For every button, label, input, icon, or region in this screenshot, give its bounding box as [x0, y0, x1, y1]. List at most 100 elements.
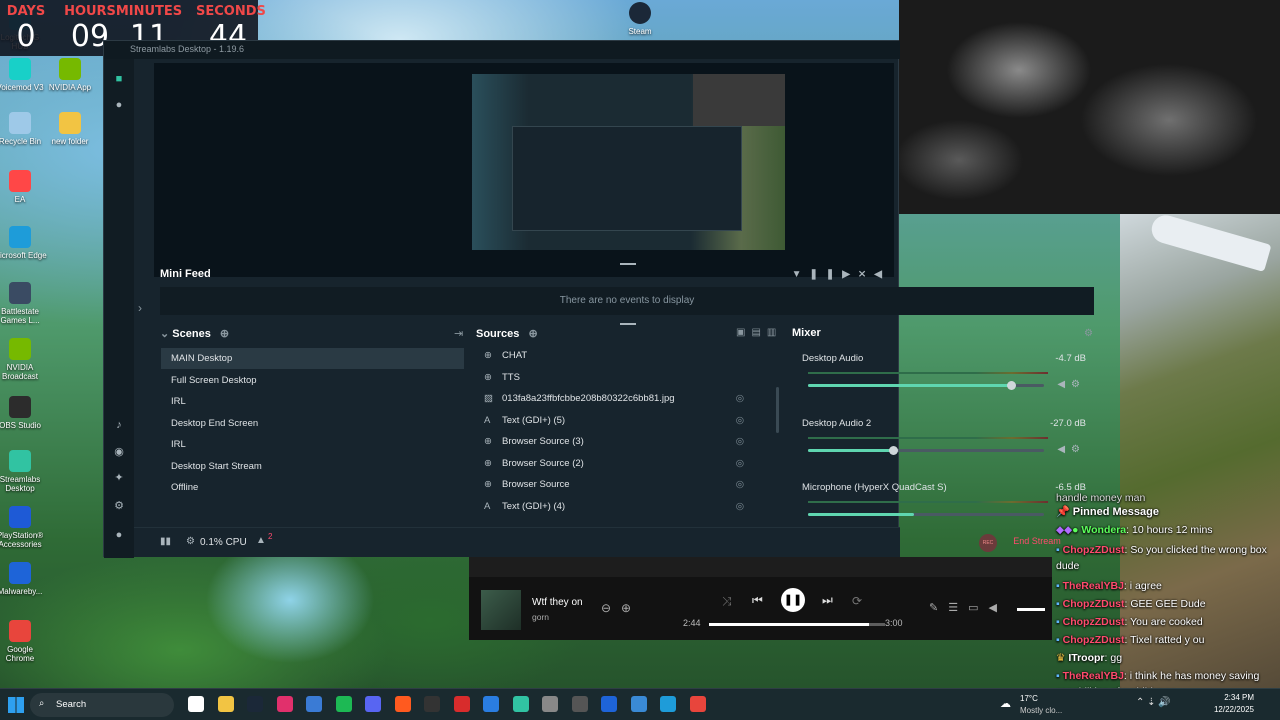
- source-item[interactable]: ⊕ Browser Source (2) ◎: [476, 453, 776, 474]
- add-scene-icon[interactable]: ⊕: [220, 328, 229, 340]
- weather-icon[interactable]: ☁: [1000, 697, 1011, 710]
- progress-bar[interactable]: [709, 623, 885, 626]
- visibility-icon[interactable]: ◎: [736, 415, 744, 426]
- file-explorer-icon[interactable]: [217, 696, 234, 712]
- taskbar-search[interactable]: ⌕ Search: [30, 693, 174, 717]
- album-art[interactable]: [481, 590, 521, 630]
- resize-handle-2[interactable]: [620, 323, 636, 325]
- theme-icon[interactable]: ◉: [112, 445, 126, 459]
- desktop-icon[interactable]: Microsoft Edge: [0, 226, 48, 260]
- desktop-icon[interactable]: Malwareby...: [0, 562, 48, 596]
- discord-icon[interactable]: [365, 696, 381, 712]
- volume-slider[interactable]: [808, 513, 1044, 516]
- chrome-icon[interactable]: [689, 696, 706, 712]
- store-icon[interactable]: [483, 696, 499, 712]
- visibility-icon[interactable]: ◎: [736, 458, 744, 469]
- desktop-icon[interactable]: NVIDIA Broadcast: [0, 338, 48, 381]
- clock-time[interactable]: 2:34 PM: [1210, 693, 1254, 702]
- photos-icon[interactable]: [630, 696, 647, 712]
- rec-button[interactable]: REC: [979, 534, 997, 552]
- track-title[interactable]: Wtf they on: [532, 597, 583, 608]
- visibility-icon[interactable]: ◎: [736, 501, 744, 512]
- scene-item[interactable]: IRL: [161, 391, 464, 412]
- visibility-icon[interactable]: ◎: [736, 479, 744, 490]
- source-item[interactable]: ⊕ Browser Source (3) ◎: [476, 431, 776, 452]
- desktop-icon[interactable]: Streamlabs Desktop: [0, 450, 48, 493]
- zoom-out-icon[interactable]: ⊖: [601, 601, 611, 615]
- scene-item[interactable]: Desktop Start Stream: [161, 456, 464, 477]
- next-icon[interactable]: ⏭: [822, 593, 833, 608]
- desktop-icon[interactable]: EA: [0, 170, 48, 204]
- desktop-icon[interactable]: Battlestate Games L...: [0, 282, 48, 325]
- volume-slider[interactable]: [808, 445, 1044, 455]
- mute-settings-icons[interactable]: ◀⚙: [1057, 444, 1086, 455]
- scene-transition-icon[interactable]: ⇥: [454, 327, 463, 340]
- desktop-icon-steam[interactable]: Steam: [612, 2, 668, 36]
- user-icon[interactable]: ●: [112, 529, 126, 543]
- record-icon[interactable]: ●: [112, 99, 126, 113]
- sparkle-icon[interactable]: ✦: [112, 471, 126, 485]
- expand-chevron-icon[interactable]: ›: [138, 301, 142, 315]
- brave-icon[interactable]: [394, 696, 411, 712]
- settings-icon[interactable]: [542, 696, 558, 712]
- desktop-icon[interactable]: Recycle Bin: [0, 112, 48, 146]
- streamlabs-icon[interactable]: [512, 696, 529, 712]
- scene-item[interactable]: Full Screen Desktop: [161, 370, 464, 391]
- add-to-library-icon[interactable]: ⊕: [621, 601, 631, 615]
- volume-knob[interactable]: [888, 445, 898, 455]
- source-item[interactable]: ▨ 013fa8a23ffbfcbbe208b80322c6bb81.jpg ◎: [476, 388, 776, 409]
- sources-scrollbar[interactable]: [776, 387, 779, 433]
- scene-item[interactable]: IRL: [161, 434, 464, 455]
- volume-slider[interactable]: [808, 381, 1044, 390]
- alert-icon[interactable]: ▲: [256, 535, 266, 546]
- volume-knob[interactable]: [1006, 381, 1016, 390]
- windows-start-icon[interactable]: [8, 697, 24, 713]
- source-item[interactable]: ⊕ Browser Source ◎: [476, 474, 776, 495]
- desktop-icon[interactable]: OBS Studio: [0, 396, 48, 430]
- streamlabs-window[interactable]: Streamlabs Desktop - 1.19.6 ■ ● ♪ ◉ ✦ ⚙ …: [103, 40, 1094, 558]
- feed-controls-icons[interactable]: ▼❚❚▶⨯◀: [792, 269, 890, 280]
- scene-item[interactable]: Desktop End Screen: [161, 413, 464, 434]
- obs-icon[interactable]: [571, 696, 588, 712]
- edge-icon[interactable]: [660, 696, 676, 712]
- stats-icon[interactable]: ▮▮: [160, 536, 171, 547]
- instagram-icon[interactable]: [276, 696, 293, 712]
- desktop-icon[interactable]: PlayStation® Accessories: [0, 506, 48, 549]
- highlighter-icon[interactable]: ♪: [112, 419, 126, 433]
- terminal-icon[interactable]: [424, 696, 440, 712]
- source-item[interactable]: A Text (GDI+) (5) ◎: [476, 410, 776, 431]
- source-item[interactable]: ⊕ CHAT: [476, 345, 776, 366]
- malwarebytes-icon[interactable]: [601, 696, 617, 712]
- visibility-icon[interactable]: ◎: [736, 436, 744, 447]
- steam-icon[interactable]: [247, 696, 263, 712]
- previous-icon[interactable]: ⏮: [752, 593, 763, 608]
- desktop-icon[interactable]: Voicemod V3: [0, 58, 48, 92]
- tray-icons[interactable]: ⌃ ⇣ 🔊: [1136, 697, 1171, 708]
- mute-settings-icons[interactable]: ◀⚙: [1057, 379, 1086, 390]
- widgets-icon[interactable]: [188, 696, 204, 712]
- source-item[interactable]: A Text (GDI+) (4) ◎: [476, 496, 776, 517]
- settings-icon[interactable]: ⚙: [112, 499, 126, 513]
- desktop-icon[interactable]: Google Chrome: [0, 620, 48, 663]
- source-item[interactable]: ⊕ TTS: [476, 367, 776, 388]
- add-source-icon[interactable]: ⊕: [528, 328, 537, 340]
- calendar-icon[interactable]: [453, 696, 470, 712]
- shuffle-icon[interactable]: ⤨: [722, 594, 732, 609]
- desktop-icon[interactable]: NVIDIA App: [42, 58, 98, 92]
- spotify-icon[interactable]: [335, 696, 352, 712]
- visibility-icon[interactable]: ◎: [736, 393, 744, 404]
- desktop-icon[interactable]: new folder: [42, 112, 98, 146]
- track-artist[interactable]: gorn: [532, 612, 549, 622]
- studio-icon[interactable]: ■: [112, 73, 126, 87]
- pause-button[interactable]: ❚❚: [781, 588, 805, 612]
- mixer-settings-icon[interactable]: ⚙: [1084, 328, 1093, 339]
- scene-item[interactable]: MAIN Desktop: [161, 348, 464, 369]
- player-extra-icons[interactable]: ✎☰▭◀: [929, 601, 1007, 614]
- clock-date[interactable]: 12/22/2025: [1206, 705, 1254, 714]
- volume-slider[interactable]: [1017, 608, 1045, 611]
- mail-icon[interactable]: [306, 696, 322, 712]
- repeat-icon[interactable]: ⟳: [852, 594, 862, 608]
- globe-icon: ⊕: [484, 436, 492, 447]
- source-tools-icons[interactable]: ▣▤▥: [736, 327, 782, 338]
- scene-item[interactable]: Offline: [161, 477, 464, 498]
